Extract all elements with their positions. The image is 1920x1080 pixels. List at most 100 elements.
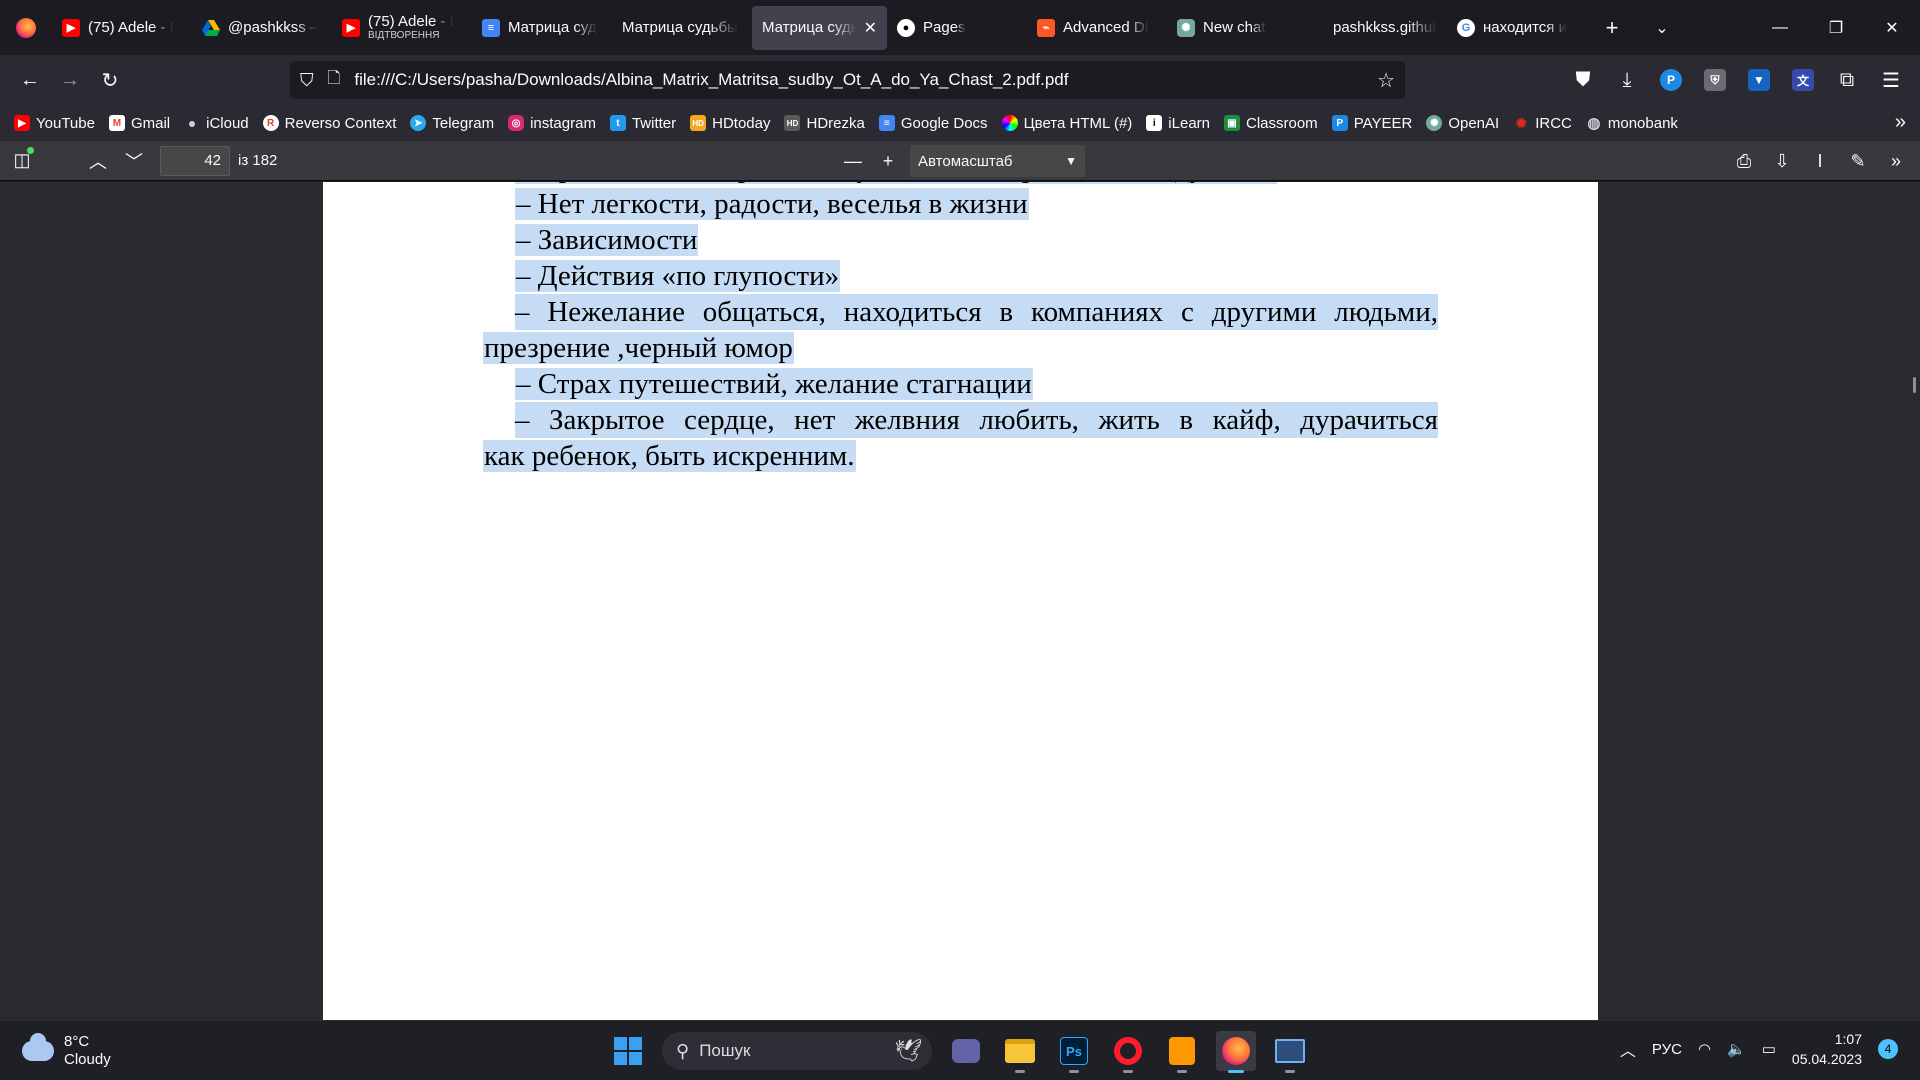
extension-shield-icon[interactable]: ⛨ (1696, 60, 1734, 100)
tab-matrix-pdf-1[interactable]: Матрица судьбы (612, 6, 752, 50)
vpn-shield-icon[interactable]: ▼ (1740, 60, 1778, 100)
bookmark-star-icon[interactable]: ☆ (1377, 68, 1395, 93)
pdf-page[interactable]: – Привязка к материальному, нежелание ра… (323, 182, 1598, 1020)
downloads-icon[interactable]: ⤓ (1608, 60, 1646, 100)
firefox-icon[interactable] (1216, 1031, 1256, 1073)
page-number-input[interactable]: 42 (160, 145, 230, 176)
new-tab-button[interactable]: + (1587, 0, 1637, 55)
bookmark-twitter[interactable]: t Twitter (609, 115, 676, 132)
hamburger-menu-icon[interactable]: ☰ (1872, 60, 1910, 100)
previous-page-chevron-icon[interactable]: ︿ (80, 145, 116, 177)
pocket-icon[interactable]: ⛊ (1564, 60, 1602, 100)
more-bookmarks-chevron-icon[interactable]: » (1895, 111, 1906, 134)
pdf-viewer[interactable]: – Привязка к материальному, нежелание ра… (0, 182, 1920, 1020)
bookmark-youtube[interactable]: ▶ YouTube (14, 115, 95, 132)
hdrezka-icon: HD (784, 115, 801, 131)
taskbar-search-box[interactable]: ⚲ Пошук 🕊 (662, 1032, 932, 1070)
firefox-menu-icon[interactable] (0, 0, 52, 55)
zoom-out-button[interactable]: — (835, 145, 871, 177)
text-line[interactable]: – Закрытое сердце, нет желвния любить, жить в ка… (483, 402, 1438, 438)
print-icon[interactable]: ⎙ (1726, 145, 1762, 177)
bookmark-ilearn[interactable]: i iLearn (1146, 115, 1210, 132)
scrollbar-thumb[interactable] (1913, 377, 1916, 393)
photoshop-icon[interactable]: Ps (1054, 1031, 1094, 1073)
text-line[interactable]: – Нежелание общаться, находиться в компаниях с… (483, 294, 1438, 330)
youtube-icon: ▶ (62, 18, 80, 37)
bookmark-google-docs[interactable]: ≡ Google Docs (878, 115, 988, 132)
extension-blue-icon[interactable]: P (1652, 60, 1690, 100)
tab-new-chat[interactable]: ✺ New chat (1167, 6, 1307, 50)
bookmark-hdrezka[interactable]: HD HDrezka (784, 115, 865, 132)
text-cursor-icon[interactable]: I (1802, 145, 1838, 177)
text-line[interactable]: – Зависимости (483, 222, 1438, 258)
twitter-icon: t (609, 115, 626, 131)
show-hidden-icons-chevron-icon[interactable]: ︿ (1620, 1037, 1636, 1061)
next-page-chevron-icon[interactable]: ﹀ (116, 145, 152, 177)
teams-meet-icon[interactable] (946, 1031, 986, 1071)
save-download-icon[interactable]: ⇩ (1764, 145, 1800, 177)
back-arrow-icon[interactable]: ← (10, 60, 50, 100)
sidebar-toggle-icon[interactable]: ◫ (4, 145, 40, 177)
text-line[interactable]: как ребенок, быть искренним. (483, 438, 1438, 474)
page-text[interactable]: – Привязка к материальному, нежелание ра… (483, 182, 1438, 474)
bookmark-openai[interactable]: ✺ OpenAI (1426, 115, 1499, 132)
tab-google-search[interactable]: G находится и (1447, 6, 1587, 50)
bookmark-telegram[interactable]: ➤ Telegram (410, 115, 494, 132)
shield-icon[interactable]: ⛉ (300, 70, 314, 91)
wifi-icon[interactable]: ◠ (1698, 1040, 1711, 1058)
reload-icon[interactable]: ↻ (90, 60, 130, 100)
bookmark-classroom[interactable]: ▣ Classroom (1224, 115, 1318, 132)
task-manager-icon[interactable] (1270, 1031, 1310, 1073)
close-window-button[interactable]: ✕ (1864, 0, 1920, 55)
volume-icon[interactable]: 🔈 (1727, 1040, 1746, 1058)
bookmark-hdtoday[interactable]: HD HDtoday (690, 115, 770, 132)
battery-icon[interactable]: ▭ (1762, 1040, 1776, 1058)
text-line[interactable]: презрение ,черный юмор (483, 330, 1438, 366)
text-line[interactable]: – Действия «по глупости» (483, 258, 1438, 294)
text-line[interactable]: – Страх путешествий, желание стагнации (483, 366, 1438, 402)
extensions-puzzle-icon[interactable]: ⧉ (1828, 60, 1866, 100)
weather-widget[interactable]: 8°C Cloudy (22, 1033, 111, 1069)
zoom-in-button[interactable]: + (870, 145, 906, 177)
color-wheel-icon (1001, 115, 1018, 131)
draw-pen-icon[interactable]: ✎ (1840, 145, 1876, 177)
text-line[interactable]: – Нет легкости, радости, веселья в жизни (483, 186, 1438, 222)
tab-advanced[interactable]: ⌁ Advanced DI (1027, 6, 1167, 50)
tab-google-docs[interactable]: ≡ Матрица суд (472, 6, 612, 50)
file-icon: 🗋 (327, 69, 341, 87)
url-bar[interactable]: ⛉ 🗋 file:///C:/Users/pasha/Downloads/Alb… (290, 61, 1405, 99)
windows-start-icon[interactable] (608, 1031, 648, 1071)
tab-google-drive[interactable]: @pashkkss – (192, 6, 332, 50)
bookmark-reverso[interactable]: R Reverso Context (262, 115, 396, 132)
more-tools-chevron-icon[interactable]: » (1878, 145, 1914, 177)
tab-youtube-adele-1[interactable]: ▶ (75) Adele - I (52, 6, 192, 50)
text-word: компаниях (1030, 296, 1164, 328)
list-tabs-chevron-icon[interactable]: ⌄ (1637, 0, 1687, 55)
restore-button[interactable]: ❐ (1808, 0, 1864, 55)
sublime-text-icon[interactable] (1162, 1031, 1202, 1073)
tab-youtube-adele-2[interactable]: ▶ (75) Adele - I ВІДТВОРЕННЯ (332, 6, 472, 50)
bookmark-icloud[interactable]: ● iCloud (184, 115, 249, 132)
notification-badge[interactable]: 4 (1878, 1039, 1898, 1059)
zoom-select[interactable]: Автомасштаб ▼ (910, 145, 1085, 177)
bookmark-monobank[interactable]: ◍ monobank (1586, 115, 1678, 133)
clock[interactable]: 1:07 05.04.2023 (1792, 1029, 1862, 1069)
tab-github-pages[interactable]: ● Pages (887, 6, 1027, 50)
opera-icon[interactable] (1108, 1031, 1148, 1073)
url-text[interactable]: file:///C:/Users/pasha/Downloads/Albina_… (354, 70, 1363, 90)
bookmark-ircc[interactable]: ✹ IRCC (1513, 115, 1572, 132)
close-tab-icon[interactable]: ✕ (864, 18, 877, 38)
file-explorer-icon[interactable] (1000, 1031, 1040, 1073)
tab-github-io[interactable]: pashkkss.github.io (1307, 6, 1447, 50)
forward-arrow-icon[interactable]: → (50, 60, 90, 100)
tab-matrix-pdf-active[interactable]: Матрица судь ✕ (752, 5, 887, 50)
minimize-button[interactable]: — (1752, 0, 1808, 55)
google-docs-icon: ≡ (482, 18, 500, 37)
translate-extension-icon[interactable]: 文 (1784, 60, 1822, 100)
bookmark-instagram[interactable]: ◎ instagram (508, 115, 596, 132)
language-indicator[interactable]: РУС (1652, 1041, 1682, 1058)
bookmark-payeer[interactable]: P PAYEER (1331, 115, 1412, 132)
bookmark-gmail[interactable]: M Gmail (108, 115, 170, 132)
bookmark-html-colors[interactable]: Цвета HTML (#) (1001, 115, 1132, 132)
google-drive-icon (202, 19, 220, 37)
